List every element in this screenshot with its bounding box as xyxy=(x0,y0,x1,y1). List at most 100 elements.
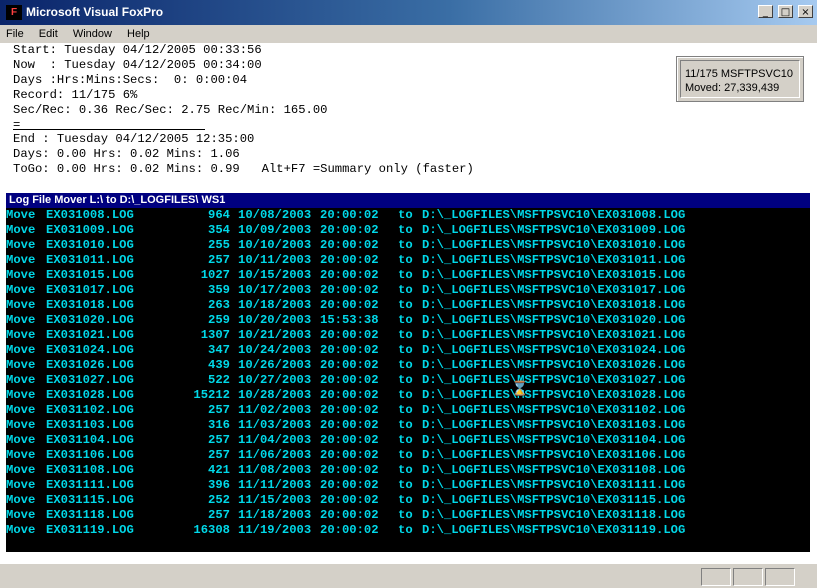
log-file: EX031106.LOG xyxy=(46,448,134,462)
log-row: Move EX031027.LOG 522 10/27/2003 20:00:02 to D… xyxy=(6,373,810,388)
log-size: 257 xyxy=(208,508,230,522)
log-time: 20:00:02 xyxy=(320,298,379,312)
log-size: 964 xyxy=(208,208,230,222)
log-action: Move xyxy=(6,403,36,417)
log-size: 439 xyxy=(208,358,230,372)
menu-edit[interactable]: Edit xyxy=(33,26,64,42)
log-row: Move EX031115.LOG 252 11/15/2003 20:00:02 to D… xyxy=(6,493,810,508)
log-row: Move EX031024.LOG 347 10/24/2003 20:00:02 to D… xyxy=(6,343,810,358)
log-size: 259 xyxy=(208,313,230,327)
log-file: EX031008.LOG xyxy=(46,208,134,222)
log-file: EX031028.LOG xyxy=(46,388,134,402)
status-panel-3 xyxy=(765,568,795,586)
log-date: 10/09/2003 xyxy=(238,223,312,237)
log-dest: D:\_LOGFILES\MSFTPSVC10\EX031106.LOG xyxy=(422,448,686,462)
menu-bar: File Edit Window Help xyxy=(0,25,817,43)
log-file: EX031026.LOG xyxy=(46,358,134,372)
log-time: 20:00:02 xyxy=(320,208,379,222)
log-time: 20:00:02 xyxy=(320,283,379,297)
log-window-title[interactable]: Log File Mover L:\ to D:\_LOGFILES\ WS1 xyxy=(6,193,810,208)
log-action: Move xyxy=(6,463,36,477)
log-row: Move EX031010.LOG 255 10/10/2003 20:00:02 to D… xyxy=(6,238,810,253)
log-size: 255 xyxy=(208,238,230,252)
elapsed-line: Days :Hrs:Mins:Secs: 0: 0:00:04 xyxy=(13,73,248,87)
log-row: Move EX031111.LOG 396 11/11/2003 20:00:02 to D… xyxy=(6,478,810,493)
minimize-button[interactable]: _ xyxy=(757,5,773,18)
end-time-line: End : Tuesday 04/12/2005 12:35:00 xyxy=(13,132,255,146)
log-row: Move EX031119.LOG 16308 11/19/2003 20:00:02 t… xyxy=(6,523,810,538)
log-time: 20:00:02 xyxy=(320,268,379,282)
menu-window[interactable]: Window xyxy=(67,26,118,42)
moved-bytes-label: Moved: 27,339,439 xyxy=(685,82,780,94)
log-size: 257 xyxy=(208,448,230,462)
log-time: 20:00:02 xyxy=(320,343,379,357)
log-to: to xyxy=(398,508,413,522)
log-output[interactable]: Move EX031008.LOG 964 10/08/2003 20:00:02 to D… xyxy=(6,208,810,552)
log-action: Move xyxy=(6,448,36,462)
log-action: Move xyxy=(6,343,36,357)
log-date: 11/08/2003 xyxy=(238,463,312,477)
log-dest: D:\_LOGFILES\MSFTPSVC10\EX031024.LOG xyxy=(422,343,686,357)
log-date: 11/06/2003 xyxy=(238,448,312,462)
log-date: 10/08/2003 xyxy=(238,208,312,222)
log-to: to xyxy=(398,478,413,492)
maximize-button[interactable]: □ xyxy=(777,5,793,18)
log-row: Move EX031102.LOG 257 11/02/2003 20:00:02 to D… xyxy=(6,403,810,418)
log-to: to xyxy=(398,403,413,417)
main-screen: Start: Tuesday 04/12/2005 00:33:56 Now :… xyxy=(0,43,817,563)
log-size: 16308 xyxy=(193,523,230,537)
current-time-line: Now : Tuesday 04/12/2005 00:34:00 xyxy=(13,58,262,72)
log-row: Move EX031104.LOG 257 11/04/2003 20:00:02 to D… xyxy=(6,433,810,448)
log-time: 20:00:02 xyxy=(320,388,379,402)
log-row: Move EX031015.LOG 1027 10/15/2003 20:00:02 to… xyxy=(6,268,810,283)
log-row: Move EX031108.LOG 421 11/08/2003 20:00:02 to D… xyxy=(6,463,810,478)
log-dest: D:\_LOGFILES\MSFTPSVC10\EX031102.LOG xyxy=(422,403,686,417)
title-bar[interactable]: F Microsoft Visual FoxPro _ □ × xyxy=(0,0,817,25)
log-size: 354 xyxy=(208,223,230,237)
log-to: to xyxy=(398,238,413,252)
log-size: 347 xyxy=(208,343,230,357)
log-dest: D:\_LOGFILES\MSFTPSVC10\EX031018.LOG xyxy=(422,298,686,312)
log-time: 20:00:02 xyxy=(320,448,379,462)
log-file: EX031017.LOG xyxy=(46,283,134,297)
log-time: 20:00:02 xyxy=(320,238,379,252)
menu-help[interactable]: Help xyxy=(121,26,156,42)
log-action: Move xyxy=(6,223,36,237)
log-row: Move EX031106.LOG 257 11/06/2003 20:00:02 to D… xyxy=(6,448,810,463)
log-size: 257 xyxy=(208,403,230,417)
status-panel-1 xyxy=(701,568,731,586)
log-time: 20:00:02 xyxy=(320,478,379,492)
log-size: 396 xyxy=(208,478,230,492)
log-to: to xyxy=(398,448,413,462)
log-file: EX031024.LOG xyxy=(46,343,134,357)
log-time: 20:00:02 xyxy=(320,403,379,417)
log-action: Move xyxy=(6,493,36,507)
fox-icon[interactable]: F xyxy=(6,5,22,20)
log-file: EX031118.LOG xyxy=(46,508,134,522)
log-to: to xyxy=(398,328,413,342)
log-action: Move xyxy=(6,313,36,327)
menu-file[interactable]: File xyxy=(0,26,30,42)
togo-line: ToGo: 0.00 Hrs: 0.02 Mins: 0.99 Alt+F7 =… xyxy=(13,162,474,176)
log-file: EX031102.LOG xyxy=(46,403,134,417)
log-dest: D:\_LOGFILES\MSFTPSVC10\EX031104.LOG xyxy=(422,433,686,447)
log-time: 20:00:02 xyxy=(320,508,379,522)
separator-rule xyxy=(13,129,205,130)
log-action: Move xyxy=(6,283,36,297)
log-row: Move EX031103.LOG 316 11/03/2003 20:00:02 to D… xyxy=(6,418,810,433)
log-dest: D:\_LOGFILES\MSFTPSVC10\EX031119.LOG xyxy=(422,523,686,537)
close-button[interactable]: × xyxy=(798,5,813,18)
log-time: 20:00:02 xyxy=(320,493,379,507)
log-dest: D:\_LOGFILES\MSFTPSVC10\EX031115.LOG xyxy=(422,493,686,507)
log-action: Move xyxy=(6,418,36,432)
log-row: Move EX031020.LOG 259 10/20/2003 15:53:38 to D… xyxy=(6,313,810,328)
log-row: Move EX031009.LOG 354 10/09/2003 20:00:02 to D… xyxy=(6,223,810,238)
log-dest: D:\_LOGFILES\MSFTPSVC10\EX031111.LOG xyxy=(422,478,686,492)
log-dest: D:\_LOGFILES\MSFTPSVC10\EX031103.LOG xyxy=(422,418,686,432)
log-size: 257 xyxy=(208,253,230,267)
log-date: 10/21/2003 xyxy=(238,328,312,342)
log-action: Move xyxy=(6,238,36,252)
log-dest: D:\_LOGFILES\MSFTPSVC10\EX031108.LOG xyxy=(422,463,686,477)
log-dest: D:\_LOGFILES\MSFTPSVC10\EX031118.LOG xyxy=(422,508,686,522)
log-date: 10/11/2003 xyxy=(238,253,312,267)
